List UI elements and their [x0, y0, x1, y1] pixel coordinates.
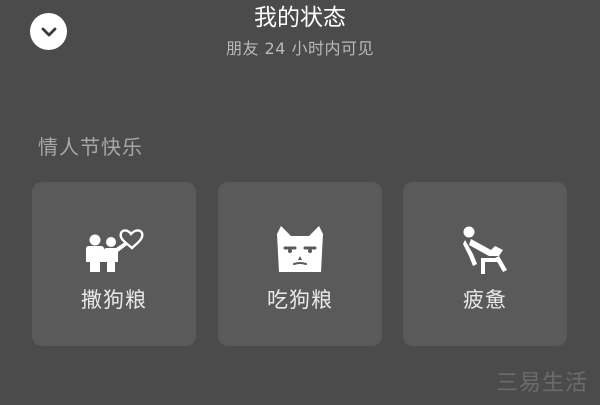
page-subtitle: 朋友 24 小时内可见: [225, 39, 375, 58]
page-title: 我的状态: [254, 5, 346, 31]
cat-face-icon: [218, 220, 382, 276]
card-label: 撒狗粮: [81, 288, 147, 312]
section-title: 情人节快乐: [38, 135, 143, 159]
status-card-tired[interactable]: 疲惫: [403, 182, 567, 346]
tired-person-icon: [403, 220, 567, 276]
watermark: 三易生活: [495, 371, 588, 396]
card-label: 疲惫: [463, 288, 507, 312]
card-label: 吃狗粮: [267, 288, 333, 312]
status-card-show-off-love[interactable]: 撒狗粮: [32, 182, 196, 346]
status-card-eat-dog-food[interactable]: 吃狗粮: [218, 182, 382, 346]
couple-heart-icon: [32, 220, 196, 276]
